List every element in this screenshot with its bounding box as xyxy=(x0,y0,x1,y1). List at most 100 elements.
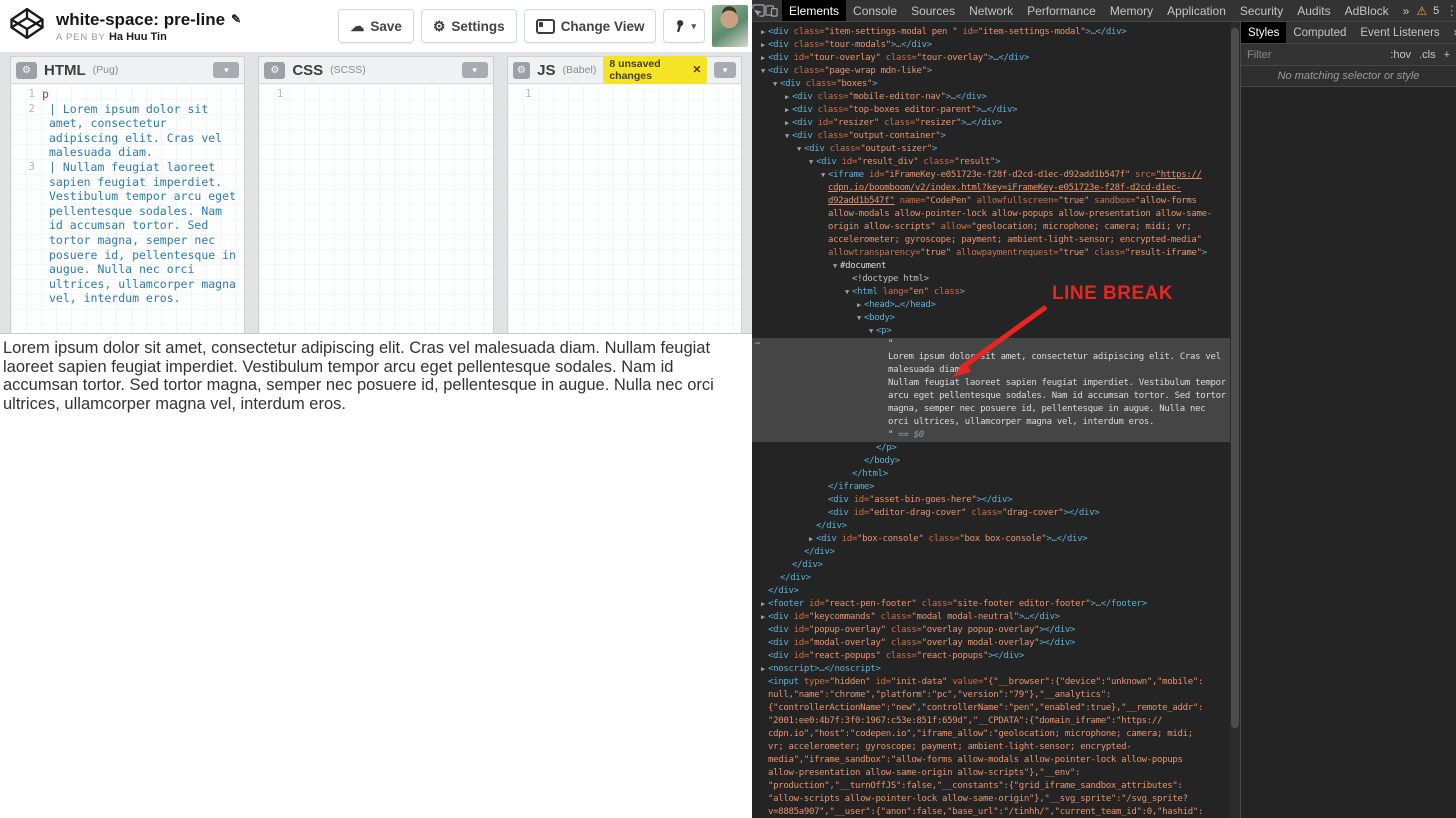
dom-tree-row[interactable]: ▶<div class="mobile-editor-nav">…</div> xyxy=(752,91,1230,104)
code-line[interactable]: 1p xyxy=(11,87,244,102)
devtools-tab-network[interactable]: Network xyxy=(962,0,1020,21)
dom-tree-row[interactable]: ▶<div id="keycommands" class="modal moda… xyxy=(752,611,1230,624)
dom-tree-row[interactable]: accelerometer; gyroscope; payment; ambie… xyxy=(752,234,1230,247)
expand-arrow-closed-icon[interactable]: ▶ xyxy=(854,299,864,312)
dom-tree-row[interactable]: ▶<div id="tour-overlay" class="tour-over… xyxy=(752,52,1230,65)
dom-tree-row[interactable]: ▼<div class="page-wrap mdn-like"> xyxy=(752,65,1230,78)
dom-tree-row[interactable]: ▼<p> xyxy=(752,325,1230,338)
devtools-tab-more-tabs[interactable]: » xyxy=(1396,0,1417,21)
dom-tree-row[interactable]: media","iframe_sandbox":"allow-forms all… xyxy=(752,754,1230,767)
expand-arrow-open-icon[interactable]: ▼ xyxy=(794,143,804,156)
dom-tree-row[interactable]: vr; accelerometer; gyroscope; payment; a… xyxy=(752,741,1230,754)
dom-tree-row[interactable]: </div> xyxy=(752,559,1230,572)
devtools-tab-elements[interactable]: Elements xyxy=(782,0,846,21)
dom-tree-row[interactable]: cdpn.io/boomboom/v2/index.html?key=iFram… xyxy=(752,182,1230,195)
dom-tree-row[interactable]: Lorem ipsum dolor sit amet, consectetur … xyxy=(752,351,1230,364)
expand-arrow-closed-icon[interactable]: ▶ xyxy=(782,91,792,104)
settings-button[interactable]: ⚙ Settings xyxy=(421,9,517,43)
dom-tree-row[interactable]: </body> xyxy=(752,455,1230,468)
expand-arrow-open-icon[interactable]: ▼ xyxy=(842,286,852,299)
dom-tree-row[interactable]: " == $0 xyxy=(752,429,1230,442)
panel-gear-icon[interactable]: ⚙ xyxy=(513,62,530,79)
warning-count[interactable]: 5 xyxy=(1433,5,1439,17)
edit-pencil-icon[interactable]: ✎ xyxy=(231,10,241,29)
new-style-rule-button[interactable]: + xyxy=(1444,49,1450,61)
code-line[interactable]: 1 xyxy=(508,87,741,102)
devtools-tab-memory[interactable]: Memory xyxy=(1103,0,1160,21)
devtools-menu-icon[interactable]: ⋮ xyxy=(1445,3,1456,19)
dom-tree-row[interactable]: ⋯" xyxy=(752,338,1230,351)
devtools-tab-application[interactable]: Application xyxy=(1160,0,1233,21)
expand-arrow-closed-icon[interactable]: ▶ xyxy=(758,598,768,611)
dom-tree-row[interactable]: "2001:ee0:4b7f:3f0:1967:c53e:851f:659d",… xyxy=(752,715,1230,728)
pin-button[interactable]: ▾ xyxy=(663,9,705,43)
save-button[interactable]: ☁ Save xyxy=(338,9,414,43)
dom-tree-row[interactable]: ▶<div class="tour-modals">…</div> xyxy=(752,39,1230,52)
dom-tree-row[interactable]: </div> xyxy=(752,520,1230,533)
panel-gear-icon[interactable]: ⚙ xyxy=(264,62,285,79)
css-code-editor[interactable]: 1 xyxy=(259,84,492,333)
dom-tree-row[interactable]: <div id="editor-drag-cover" class="drag-… xyxy=(752,507,1230,520)
dom-tree-row[interactable]: ▶<div class="top-boxes editor-parent">…<… xyxy=(752,104,1230,117)
dom-tree-scrollbar[interactable] xyxy=(1230,22,1240,818)
unsaved-changes-badge[interactable]: 8 unsaved changes ✕ xyxy=(603,56,707,84)
code-line[interactable]: 1 xyxy=(259,87,492,102)
dom-tree-row[interactable]: </div> xyxy=(752,572,1230,585)
dom-tree-row[interactable]: {"controllerActionName":"new","controlle… xyxy=(752,702,1230,715)
collapse-panel-button[interactable]: ▾ xyxy=(714,62,736,78)
inspect-element-icon[interactable] xyxy=(752,0,765,21)
dom-tree-row[interactable]: "allow-scripts allow-pointer-lock allow-… xyxy=(752,793,1230,806)
devtools-tab-audits[interactable]: Audits xyxy=(1290,0,1337,21)
devtools-tab-console[interactable]: Console xyxy=(846,0,904,21)
code-line[interactable]: 3| Nullam feugiat laoreet sapien feugiat… xyxy=(11,160,244,306)
expand-arrow-closed-icon[interactable]: ▶ xyxy=(782,117,792,130)
expand-arrow-open-icon[interactable]: ▼ xyxy=(782,130,792,143)
styles-filter-input[interactable]: Filter xyxy=(1247,49,1382,61)
expand-arrow-closed-icon[interactable]: ▶ xyxy=(758,52,768,65)
expand-arrow-open-icon[interactable]: ▼ xyxy=(806,156,816,169)
dom-tree-row[interactable]: ▶<footer id="react-pen-footer" class="si… xyxy=(752,598,1230,611)
dom-tree-row[interactable]: arcu eget pellentesque sodales. Nam id a… xyxy=(752,390,1230,403)
dom-tree-row[interactable]: cdpn.io","host":"codepen.io","iframe_all… xyxy=(752,728,1230,741)
dom-tree-row[interactable]: <div id="asset-bin-goes-here"></div> xyxy=(752,494,1230,507)
expand-arrow-closed-icon[interactable]: ▶ xyxy=(758,611,768,624)
pen-author[interactable]: Ha Huu Tin xyxy=(109,31,167,43)
dom-tree-row[interactable]: ▼<body> xyxy=(752,312,1230,325)
dom-tree-row[interactable]: </div> xyxy=(752,546,1230,559)
dom-tree-row[interactable]: ▼<div class="boxes"> xyxy=(752,78,1230,91)
dom-tree-row[interactable]: </div> xyxy=(752,585,1230,598)
dom-tree-row[interactable]: ▼<div class="output-container"> xyxy=(752,130,1230,143)
devtools-tab-sources[interactable]: Sources xyxy=(904,0,962,21)
dom-tree-row[interactable]: v=8885a907","__user":{"anon":false,"base… xyxy=(752,806,1230,818)
dom-tree-row[interactable]: ▶<noscript>…</noscript> xyxy=(752,663,1230,676)
toggle-pseudo-classes-button[interactable]: :hov xyxy=(1390,49,1411,61)
expand-arrow-closed-icon[interactable]: ▶ xyxy=(782,104,792,117)
expand-arrow-closed-icon[interactable]: ▶ xyxy=(758,663,768,676)
badge-close-icon[interactable]: ✕ xyxy=(693,64,702,76)
collapse-panel-button[interactable]: ▾ xyxy=(462,62,488,78)
expand-arrow-closed-icon[interactable]: ▶ xyxy=(806,533,816,546)
collapse-panel-button[interactable]: ▾ xyxy=(213,62,239,78)
dom-tree-row[interactable]: <div id="modal-overlay" class="overlay m… xyxy=(752,637,1230,650)
expand-arrow-closed-icon[interactable]: ▶ xyxy=(758,39,768,52)
dom-tree-row[interactable]: ▼<iframe id="iFrameKey-e051723e-f28f-d2c… xyxy=(752,169,1230,182)
change-view-button[interactable]: Change View xyxy=(524,9,657,43)
dom-tree-row[interactable]: ▼<div class="output-sizer"> xyxy=(752,143,1230,156)
toggle-element-classes-button[interactable]: .cls xyxy=(1419,49,1436,61)
dom-tree-row[interactable]: Nullam feugiat laoreet sapien feugiat im… xyxy=(752,377,1230,390)
dom-tree-row[interactable]: allow-modals allow-pointer-lock allow-po… xyxy=(752,208,1230,221)
html-code-editor[interactable]: 1p2| Lorem ipsum dolor sit amet, consect… xyxy=(11,84,244,333)
dom-tree-row[interactable]: </p> xyxy=(752,442,1230,455)
toggle-device-toolbar-icon[interactable] xyxy=(765,0,778,21)
avatar[interactable] xyxy=(712,5,748,47)
expand-arrow-open-icon[interactable]: ▼ xyxy=(866,325,876,338)
dom-tree-row[interactable]: orci ultrices, ullamcorper magna vel, in… xyxy=(752,416,1230,429)
dom-tree-row[interactable]: null,"name":"chrome","platform":"pc","ve… xyxy=(752,689,1230,702)
dom-tree-row[interactable]: malesuada diam. xyxy=(752,364,1230,377)
scrollbar-thumb[interactable] xyxy=(1231,28,1239,728)
codepen-logo-icon[interactable] xyxy=(8,8,46,44)
devtools-tab-adblock[interactable]: AdBlock xyxy=(1338,0,1396,21)
dom-tree-row[interactable]: <div id="react-popups" class="react-popu… xyxy=(752,650,1230,663)
devtools-tab-security[interactable]: Security xyxy=(1233,0,1290,21)
sidebar-tab-event-listeners[interactable]: Event Listeners xyxy=(1353,22,1446,43)
